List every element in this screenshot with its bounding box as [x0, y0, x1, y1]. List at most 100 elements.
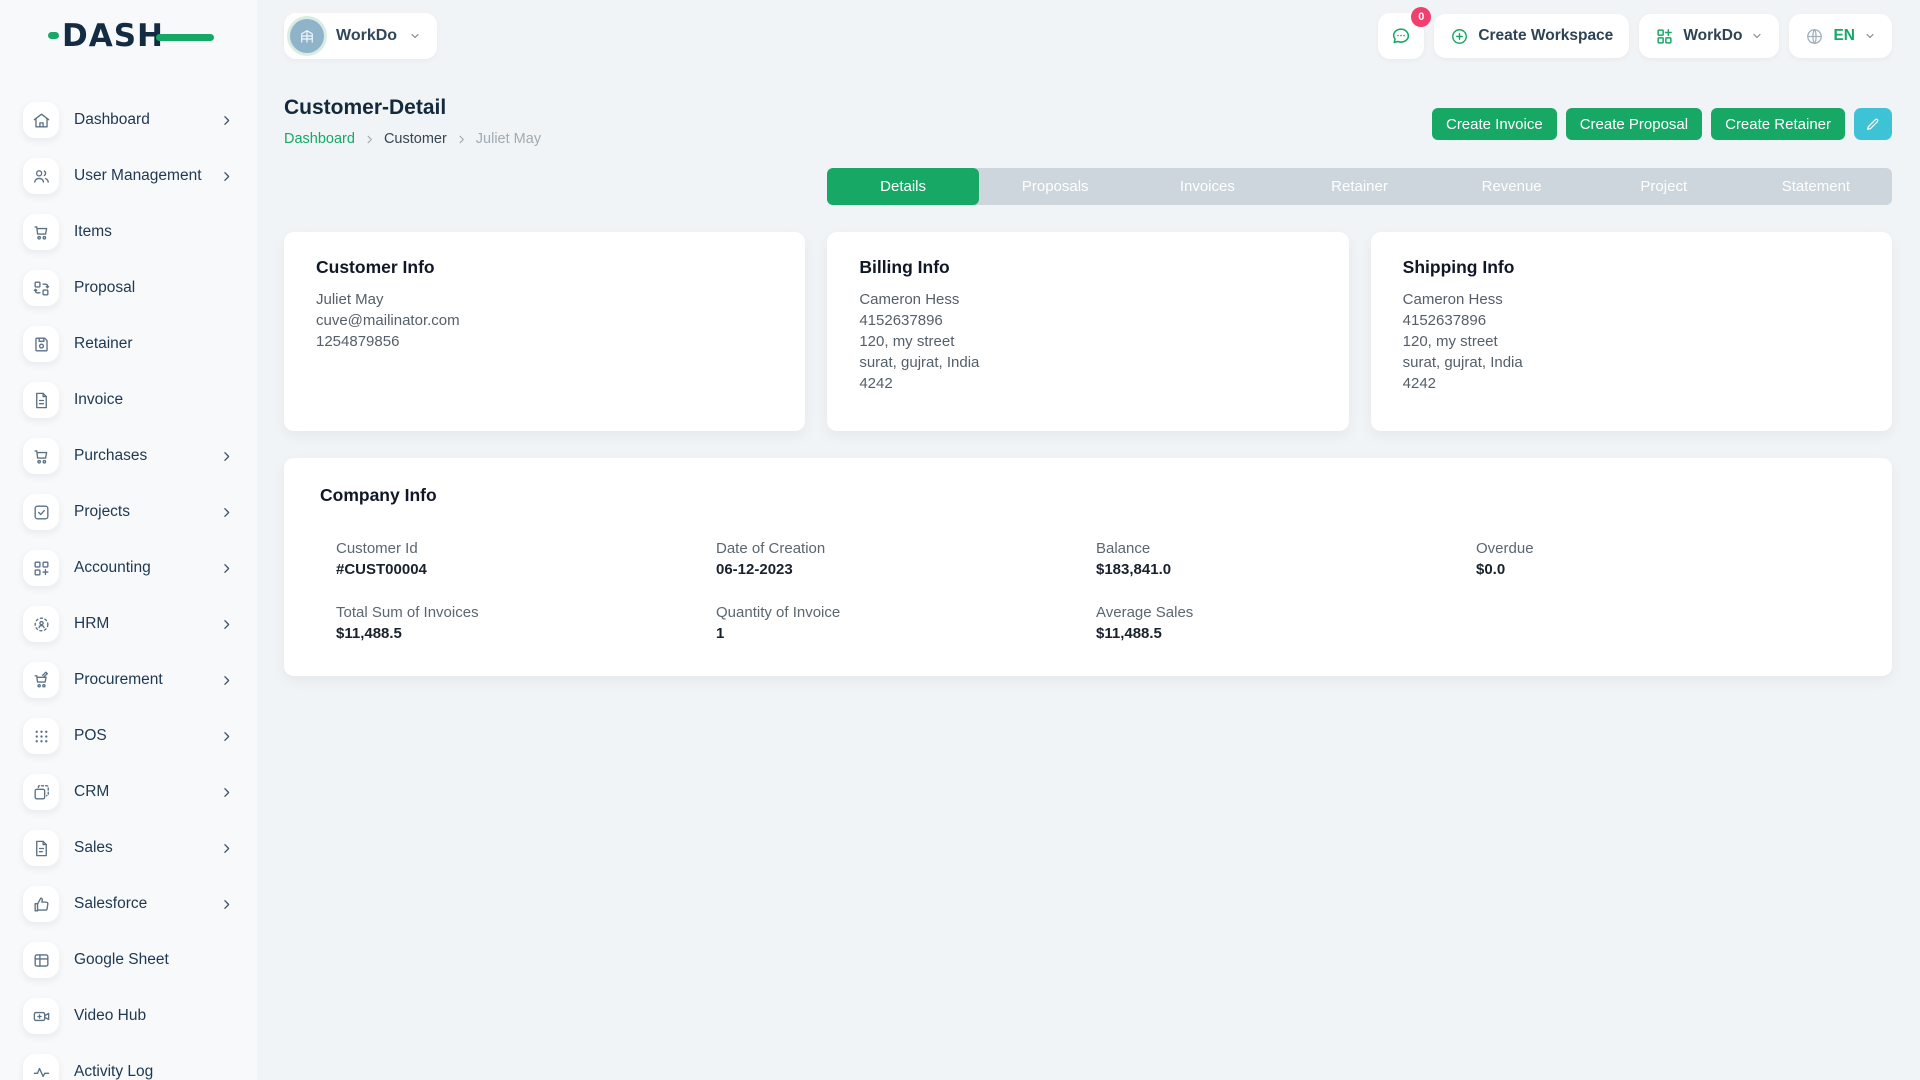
sidebar-item-label: CRM [74, 783, 109, 801]
detail-tabs: Details Proposals Invoices Retainer Reve… [827, 168, 1892, 205]
sidebar-item-video-hub[interactable]: Video Hub [0, 988, 257, 1044]
topbar: WorkDo 0 Create Workspace WorkDo [284, 0, 1892, 72]
sidebar-item-proposal[interactable]: Proposal [0, 260, 257, 316]
field-average-sales: Average Sales $11,488.5 [1096, 604, 1476, 642]
create-workspace-button[interactable]: Create Workspace [1434, 14, 1629, 58]
logo-dash-bar [156, 34, 214, 41]
sidebar-item-accounting[interactable]: Accounting [0, 540, 257, 596]
activity-pulse-icon [23, 1054, 59, 1080]
field-label: Overdue [1476, 540, 1856, 557]
sidebar-item-retainer[interactable]: Retainer [0, 316, 257, 372]
workspace-selector[interactable]: WorkDo [284, 13, 437, 59]
billing-phone: 4152637896 [859, 310, 1316, 331]
tab-project[interactable]: Project [1588, 168, 1740, 205]
billing-street: 120, my street [859, 331, 1316, 352]
field-label: Date of Creation [716, 540, 1096, 557]
person-dashed-circle-icon [23, 606, 59, 642]
sidebar-item-hrm[interactable]: HRM [0, 596, 257, 652]
tab-invoices[interactable]: Invoices [1131, 168, 1283, 205]
cart-edit-icon [23, 662, 59, 698]
sidebar-item-pos[interactable]: POS [0, 708, 257, 764]
shipping-info-card: Shipping Info Cameron Hess 4152637896 12… [1371, 232, 1892, 431]
breadcrumb-customer-link[interactable]: Customer [384, 131, 447, 147]
sidebar-item-label: Video Hub [74, 1007, 146, 1025]
chevron-right-icon [220, 114, 233, 127]
workspace-avatar [290, 19, 324, 53]
sidebar-item-projects[interactable]: Projects [0, 484, 257, 540]
tab-statement[interactable]: Statement [1740, 168, 1892, 205]
tab-details[interactable]: Details [827, 168, 979, 205]
field-value: $11,488.5 [1096, 625, 1476, 642]
create-workspace-label: Create Workspace [1478, 27, 1613, 45]
chevron-down-icon [1751, 30, 1763, 42]
create-proposal-button[interactable]: Create Proposal [1566, 108, 1702, 140]
sidebar-item-procurement[interactable]: Procurement [0, 652, 257, 708]
billing-info-card: Billing Info Cameron Hess 4152637896 120… [827, 232, 1348, 431]
chat-icon [1390, 25, 1412, 47]
sidebar-item-label: User Management [74, 167, 202, 185]
copy-frames-icon [23, 774, 59, 810]
tab-retainer[interactable]: Retainer [1283, 168, 1435, 205]
logo-text: DASH [62, 18, 164, 54]
chevron-right-icon [456, 134, 467, 145]
dots-grid-icon [23, 718, 59, 754]
tab-revenue[interactable]: Revenue [1436, 168, 1588, 205]
sidebar-item-label: Purchases [74, 447, 147, 465]
sidebar-item-sales[interactable]: Sales [0, 820, 257, 876]
workdo-apps-menu[interactable]: WorkDo [1639, 14, 1779, 58]
sidebar-item-label: Items [74, 223, 112, 241]
field-total-sum-of-invoices: Total Sum of Invoices $11,488.5 [336, 604, 716, 642]
chevron-right-icon [220, 730, 233, 743]
customer-email: cuve@mailinator.com [316, 310, 773, 331]
sidebar-item-label: POS [74, 727, 107, 745]
company-info-grid: Customer Id #CUST00004 Date of Creation … [320, 540, 1856, 642]
field-balance: Balance $183,841.0 [1096, 540, 1476, 578]
shipping-city: surat, gujrat, India [1403, 352, 1860, 373]
field-quantity-of-invoice: Quantity of Invoice 1 [716, 604, 1096, 642]
shipping-street: 120, my street [1403, 331, 1860, 352]
breadcrumb-dashboard-link[interactable]: Dashboard [284, 131, 355, 147]
field-label: Customer Id [336, 540, 716, 557]
messages-button[interactable]: 0 [1378, 13, 1424, 59]
topbar-right: 0 Create Workspace WorkDo EN [1378, 13, 1892, 59]
grid-plus-icon [23, 550, 59, 586]
tab-proposals[interactable]: Proposals [979, 168, 1131, 205]
billing-name: Cameron Hess [859, 289, 1316, 310]
chevron-right-icon [220, 170, 233, 183]
sidebar-item-purchases[interactable]: Purchases [0, 428, 257, 484]
billing-zip: 4242 [859, 373, 1316, 394]
sidebar-item-dashboard[interactable]: Dashboard [0, 92, 257, 148]
save-icon [23, 326, 59, 362]
chevron-down-icon [1864, 30, 1876, 42]
app-root: DASH Dashboard User Management Items [0, 0, 1920, 1080]
sidebar-item-salesforce[interactable]: Salesforce [0, 876, 257, 932]
sidebar-item-label: Google Sheet [74, 951, 169, 969]
chevron-right-icon [220, 506, 233, 519]
field-value: $183,841.0 [1096, 561, 1476, 578]
info-cards-row: Customer Info Juliet May cuve@mailinator… [284, 232, 1892, 431]
sidebar-item-user-management[interactable]: User Management [0, 148, 257, 204]
apps-grid-plus-icon [1655, 27, 1674, 46]
sidebar-item-activity-log[interactable]: Activity Log [0, 1044, 257, 1080]
sidebar-item-invoice[interactable]: Invoice [0, 372, 257, 428]
globe-icon [1805, 27, 1824, 46]
edit-customer-button[interactable] [1854, 108, 1892, 140]
language-selector[interactable]: EN [1789, 14, 1892, 58]
chevron-right-icon [220, 562, 233, 575]
sidebar-item-label: HRM [74, 615, 109, 633]
field-customer-id: Customer Id #CUST00004 [336, 540, 716, 578]
sidebar-item-items[interactable]: Items [0, 204, 257, 260]
chevron-right-icon [220, 898, 233, 911]
sidebar-item-google-sheet[interactable]: Google Sheet [0, 932, 257, 988]
card-title: Customer Info [316, 257, 773, 278]
create-retainer-button[interactable]: Create Retainer [1711, 108, 1845, 140]
cart-icon [23, 214, 59, 250]
file-text-icon [23, 830, 59, 866]
create-invoice-button[interactable]: Create Invoice [1432, 108, 1557, 140]
users-icon [23, 158, 59, 194]
field-label: Balance [1096, 540, 1476, 557]
sidebar-item-label: Invoice [74, 391, 123, 409]
plus-circle-icon [1450, 27, 1469, 46]
sidebar-item-crm[interactable]: CRM [0, 764, 257, 820]
brand-logo[interactable]: DASH [0, 0, 257, 72]
